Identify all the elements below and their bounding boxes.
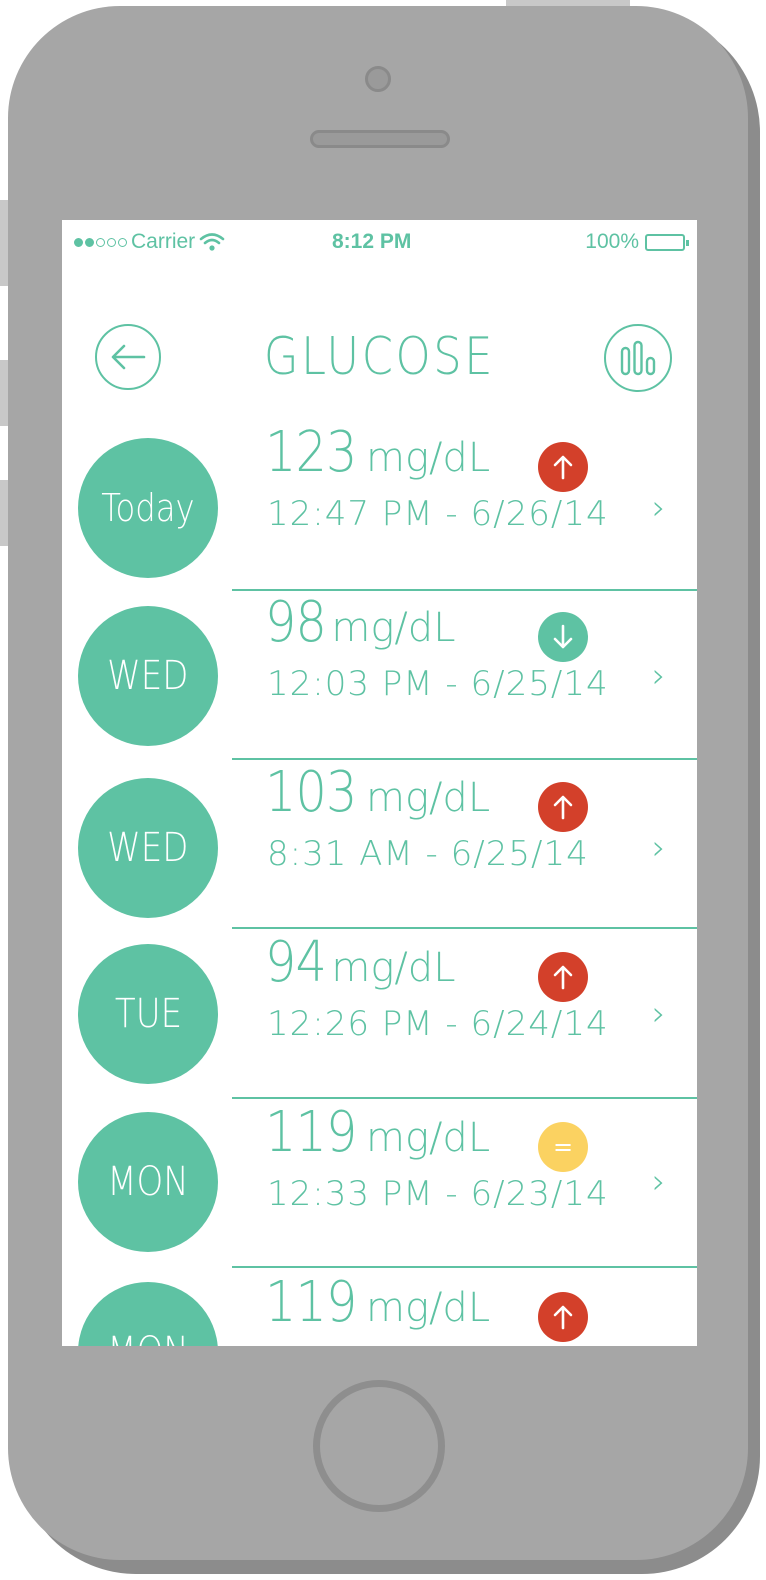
glucose-reading: 98 mg/dL [265, 590, 455, 655]
list-item[interactable]: Today 123 mg/dL 12:47 PM - 6/26/14 › [62, 390, 697, 578]
chevron-right-icon: › [652, 1332, 666, 1346]
day-label: MON [107, 1329, 189, 1346]
arrow-up-icon [553, 455, 573, 480]
day-label: TUE [114, 991, 182, 1037]
bar-chart-icon [620, 340, 656, 376]
day-badge: WED [78, 606, 218, 746]
trend-up-indicator [538, 782, 588, 832]
reading-timestamp: 8:31 AM - 6/25/14 [267, 834, 589, 874]
battery-percent: 100% [585, 230, 639, 253]
glucose-reading: 119 mg/dL [265, 1270, 490, 1335]
list-item[interactable]: TUE 94 mg/dL 12:26 PM - 6/24/14 › [62, 900, 697, 1084]
chevron-right-icon: › [652, 1162, 666, 1202]
day-label: MON [107, 1159, 189, 1205]
chart-button[interactable] [604, 324, 672, 392]
arrow-up-icon [553, 965, 573, 990]
glucose-reading: 94 mg/dL [265, 930, 455, 995]
status-bar: Carrier 8:12 PM 100% [62, 220, 697, 264]
arrow-up-icon [553, 795, 573, 820]
list-item[interactable]: WED 103 mg/dL 8:31 AM - 6/25/14 › [62, 730, 697, 918]
trend-up-indicator [538, 1292, 588, 1342]
glucose-value: 119 [265, 1270, 357, 1335]
glucose-value: 103 [265, 760, 357, 825]
reading-timestamp: 12:47 PM - 6/26/14 [267, 494, 609, 534]
day-label: WED [107, 653, 189, 699]
arrow-down-icon [553, 624, 573, 649]
list-item[interactable]: WED 98 mg/dL 12:03 PM - 6/25/14 › [62, 560, 697, 746]
earpiece-speaker [310, 130, 450, 148]
list-item[interactable]: MON 119 mg/dL = 12:33 PM - 6/23/14 › [62, 1070, 697, 1252]
list-item[interactable]: MON 119 mg/dL › [62, 1240, 697, 1346]
status-right: 100% [585, 230, 689, 254]
glucose-reading: 103 mg/dL [265, 760, 490, 825]
glucose-unit: mg/dL [365, 775, 491, 821]
glucose-value: 94 [265, 930, 327, 995]
glucose-unit: mg/dL [331, 605, 456, 651]
chevron-right-icon: › [652, 488, 666, 528]
glucose-unit: mg/dL [365, 1285, 491, 1331]
day-badge: WED [78, 778, 218, 918]
battery-icon [645, 233, 689, 251]
day-badge: Today [78, 438, 218, 578]
page-title: GLUCOSE [263, 327, 496, 387]
trend-steady-indicator: = [538, 1122, 588, 1172]
arrow-up-icon [553, 1305, 573, 1330]
status-left: Carrier [74, 230, 225, 254]
carrier-label: Carrier [131, 230, 196, 253]
chevron-right-icon: › [652, 994, 666, 1034]
day-label: WED [107, 825, 189, 871]
reading-timestamp: 12:03 PM - 6/25/14 [267, 664, 609, 704]
day-badge: MON [78, 1282, 218, 1346]
home-button[interactable] [313, 1380, 445, 1512]
wifi-icon [199, 233, 225, 251]
trend-down-indicator [538, 612, 588, 662]
reading-timestamp: 12:33 PM - 6/23/14 [267, 1174, 609, 1214]
day-badge: MON [78, 1112, 218, 1252]
signal-strength-icon [74, 237, 127, 247]
reading-timestamp: 12:26 PM - 6/24/14 [267, 1004, 609, 1044]
glucose-unit: mg/dL [365, 435, 491, 481]
glucose-reading: 119 mg/dL [265, 1100, 490, 1165]
glucose-value: 98 [265, 590, 327, 655]
glucose-reading: 123 mg/dL [265, 420, 490, 485]
glucose-value: 123 [265, 420, 357, 485]
front-camera [365, 66, 391, 92]
status-time: 8:12 PM [332, 230, 412, 253]
chevron-right-icon: › [652, 828, 666, 868]
glucose-unit: mg/dL [365, 1115, 491, 1161]
glucose-value: 119 [265, 1100, 357, 1165]
trend-up-indicator [538, 442, 588, 492]
app-screen: Carrier 8:12 PM 100% GLUCOSE Today 123 m… [62, 220, 697, 1346]
trend-up-indicator [538, 952, 588, 1002]
day-label: Today [101, 486, 195, 530]
equals-icon: = [552, 1133, 574, 1161]
glucose-unit: mg/dL [331, 945, 456, 991]
day-badge: TUE [78, 944, 218, 1084]
chevron-right-icon: › [652, 656, 666, 696]
